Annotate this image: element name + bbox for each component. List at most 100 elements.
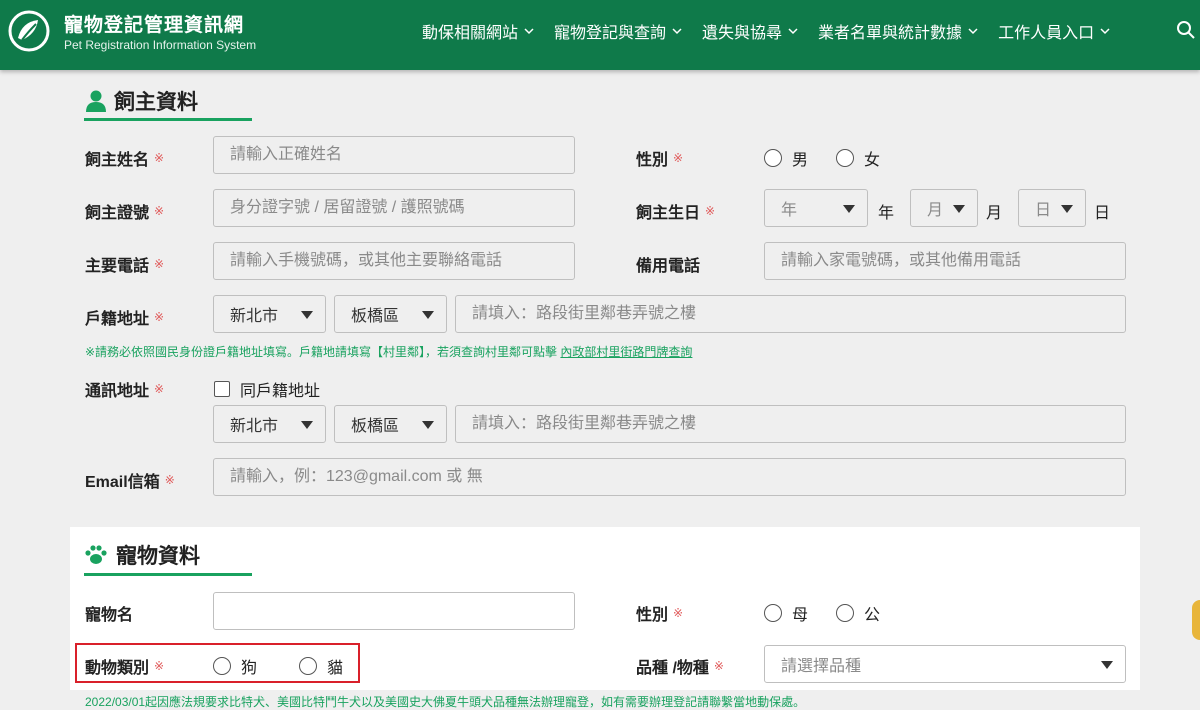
birth-day-select[interactable]: 日 <box>1018 189 1086 227</box>
breed-restriction-note: 2022/03/01起因應法規要求比特犬、美國比特鬥牛犬以及美國史大佛夏牛頭犬品… <box>85 695 806 709</box>
label-text: 動物類別 <box>85 660 150 677</box>
chevron-down-icon <box>524 28 534 35</box>
search-icon[interactable] <box>1176 20 1196 40</box>
household-district-select[interactable]: 板橋區 <box>334 295 447 333</box>
nav-item-business-stats[interactable]: 業者名單與統計數據 <box>818 19 978 43</box>
required-mark: ※ <box>673 606 684 620</box>
required-mark: ※ <box>154 257 165 271</box>
owner-gender-male-radio[interactable]: 男 <box>764 146 808 170</box>
select-value: 請選擇品種 <box>781 658 862 675</box>
select-value: 月 <box>927 202 944 219</box>
moi-address-lookup-link[interactable]: 內政部村里街路門牌查詢 <box>560 345 692 359</box>
radio-circle[interactable] <box>764 149 782 167</box>
owner-name-input[interactable] <box>213 136 575 174</box>
radio-label: 狗 <box>241 660 258 677</box>
nav-label: 動保相關網站 <box>422 25 519 42</box>
radio-circle[interactable] <box>836 604 855 622</box>
nav-label: 工作人員入口 <box>998 25 1095 42</box>
checkbox-box[interactable] <box>214 381 230 397</box>
label-text: 通訊地址 <box>85 383 150 400</box>
pet-gender-label: 性別 ※ <box>636 601 683 625</box>
section-underline <box>84 573 252 576</box>
household-street-input[interactable] <box>455 295 1126 333</box>
nav-label: 業者名單與統計數據 <box>818 25 963 42</box>
label-text: 飼主姓名 <box>85 152 150 169</box>
required-mark: ※ <box>154 382 165 396</box>
radio-label: 母 <box>792 607 809 624</box>
caret-down-icon <box>422 421 434 429</box>
mailing-street-input[interactable] <box>455 405 1126 443</box>
species-dog-radio[interactable]: 狗 <box>213 654 257 678</box>
label-text: 戶籍地址 <box>85 311 150 328</box>
owner-phone-label: 主要電話 ※ <box>85 252 164 276</box>
birth-month-select[interactable]: 月 <box>910 189 978 227</box>
nav-item-pet-registration[interactable]: 寵物登記與查詢 <box>554 19 682 43</box>
chevron-down-icon <box>788 28 798 35</box>
birth-year-select[interactable]: 年 <box>764 189 868 227</box>
caret-down-icon <box>301 311 313 319</box>
owner-phone-input[interactable] <box>213 242 575 280</box>
household-city-select[interactable]: 新北市 <box>213 295 326 333</box>
species-cat-radio[interactable]: 貓 <box>299 654 343 678</box>
radio-circle[interactable] <box>213 657 231 675</box>
nav-item-staff-login[interactable]: 工作人員入口 <box>998 19 1110 43</box>
mailing-district-select[interactable]: 板橋區 <box>334 405 447 443</box>
caret-down-icon <box>422 311 434 319</box>
label-text: Email信箱 <box>85 474 160 491</box>
owner-id-input[interactable] <box>213 189 575 227</box>
address-note: ※請務必依照國民身份證戶籍地址填寫。戶籍地請填寫【村里鄰】，若須查詢村里鄰可點擊… <box>85 343 692 360</box>
site-subtitle: Pet Registration Information System <box>64 38 257 52</box>
site-title[interactable]: 寵物登記管理資訊網 <box>64 10 244 37</box>
radio-label: 男 <box>792 152 809 169</box>
pet-name-label: 寵物名 <box>85 601 133 625</box>
label-text: 飼主生日 <box>636 205 701 222</box>
owner-gender-label: 性別 ※ <box>636 146 683 170</box>
mailing-city-select[interactable]: 新北市 <box>213 405 326 443</box>
caret-down-icon <box>843 205 855 213</box>
nav-item-lost-and-found[interactable]: 遺失與協尋 <box>702 19 798 43</box>
pet-name-input[interactable] <box>213 592 575 630</box>
species-label: 動物類別 ※ <box>85 654 164 678</box>
nav-item-animal-protection-sites[interactable]: 動保相關網站 <box>422 19 534 43</box>
chevron-down-icon <box>1100 28 1110 35</box>
select-value: 板橋區 <box>351 418 400 435</box>
label-text: 寵物名 <box>85 607 134 624</box>
select-value: 新北市 <box>230 418 279 435</box>
required-mark: ※ <box>164 473 175 487</box>
month-unit: 月 <box>986 205 1003 222</box>
radio-circle[interactable] <box>836 149 855 167</box>
person-icon <box>86 90 106 112</box>
owner-gender-female-radio[interactable]: 女 <box>836 146 880 170</box>
required-mark: ※ <box>154 204 165 218</box>
pet-gender-male-radio[interactable]: 公 <box>836 601 880 625</box>
paw-leaf-logo-icon[interactable] <box>8 10 50 52</box>
pet-section-title-text: 寵物資料 <box>116 545 200 568</box>
email-input[interactable] <box>213 458 1126 496</box>
label-text: 飼主證號 <box>85 205 150 222</box>
breed-label: 品種 /物種 ※ <box>636 654 724 678</box>
owner-id-label: 飼主證號 ※ <box>85 199 164 223</box>
owner-alt-phone-input[interactable] <box>764 242 1126 280</box>
required-mark: ※ <box>673 151 684 165</box>
required-mark: ※ <box>154 659 165 673</box>
label-text: 品種 /物種 <box>636 660 709 677</box>
owner-birthday-label: 飼主生日 ※ <box>636 199 715 223</box>
owner-name-label: 飼主姓名 ※ <box>85 146 164 170</box>
owner-alt-phone-label: 備用電話 <box>636 252 700 276</box>
radio-label: 公 <box>864 607 881 624</box>
address-note-text: ※請務必依照國民身份證戶籍地址填寫。戶籍地請填寫【村里鄰】，若須查詢村里鄰可點擊 <box>85 345 558 359</box>
household-address-label: 戶籍地址 ※ <box>85 305 164 329</box>
radio-circle[interactable] <box>764 604 782 622</box>
label-text: 性別 <box>636 152 669 169</box>
pet-section-title: 寵物資料 <box>84 540 200 570</box>
paw-icon <box>85 545 107 564</box>
pet-gender-female-radio[interactable]: 母 <box>764 601 808 625</box>
floating-widget-edge[interactable] <box>1192 600 1200 640</box>
required-mark: ※ <box>154 310 165 324</box>
radio-circle[interactable] <box>299 657 318 675</box>
email-label: Email信箱 ※ <box>85 468 175 492</box>
breed-select[interactable]: 請選擇品種 <box>764 645 1126 683</box>
same-as-household-checkbox[interactable]: 同戶籍地址 <box>214 377 320 401</box>
select-value: 日 <box>1035 202 1052 219</box>
select-value: 新北市 <box>230 308 279 325</box>
